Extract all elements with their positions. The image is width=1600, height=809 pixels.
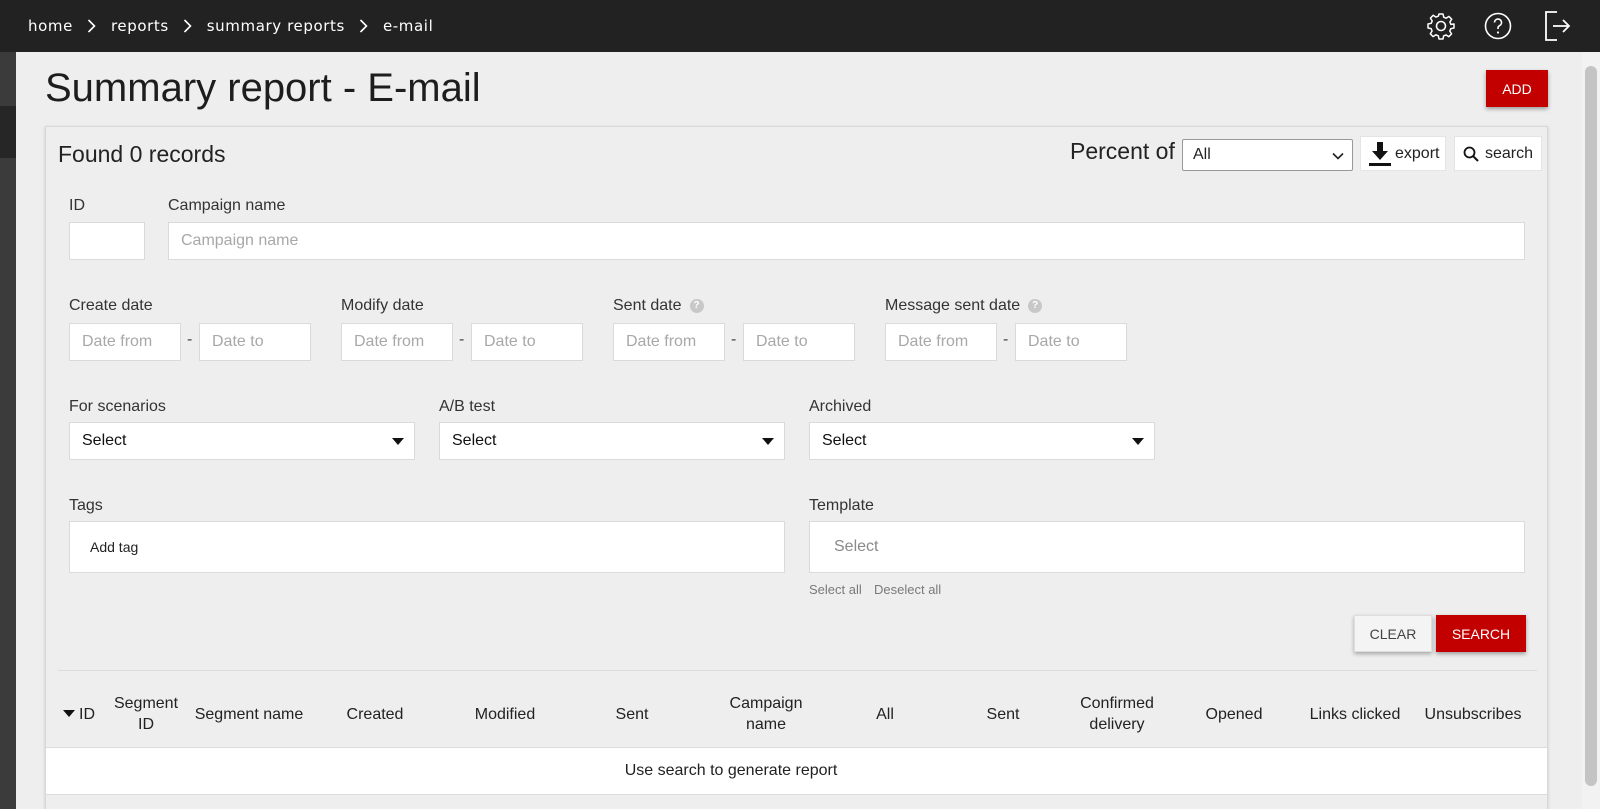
table-body: Use search to generate report bbox=[46, 747, 1547, 795]
archived-value: Select bbox=[822, 432, 867, 449]
caret-down-icon bbox=[392, 438, 404, 445]
id-input[interactable] bbox=[69, 222, 145, 260]
column-header-sent[interactable]: Sent bbox=[571, 681, 693, 747]
gear-icon[interactable] bbox=[1426, 11, 1456, 41]
date-separator: - bbox=[1003, 331, 1009, 348]
caret-down-icon bbox=[1132, 438, 1144, 445]
column-header-id[interactable]: ID bbox=[54, 681, 104, 747]
column-header-sent-count[interactable]: Sent bbox=[948, 681, 1058, 747]
percent-of-select[interactable]: All bbox=[1182, 139, 1353, 171]
report-panel: Found 0 records Percent of All export se… bbox=[45, 126, 1548, 809]
records-count: Found 0 records bbox=[58, 141, 226, 167]
modify-date-label: Modify date bbox=[341, 297, 424, 314]
search-icon bbox=[1463, 146, 1479, 162]
sent-date-to[interactable] bbox=[743, 323, 855, 361]
search-button[interactable]: SEARCH bbox=[1436, 615, 1526, 652]
breadcrumb-summary-reports[interactable]: summary reports bbox=[207, 17, 345, 35]
date-separator: - bbox=[731, 331, 737, 348]
ab-test-value: Select bbox=[452, 432, 497, 449]
create-date-label: Create date bbox=[69, 297, 153, 314]
scrollbar[interactable] bbox=[1582, 52, 1600, 809]
campaign-name-label: Campaign name bbox=[168, 197, 286, 214]
chevron-right-icon bbox=[169, 16, 207, 36]
column-header-segment-name[interactable]: Segment name bbox=[188, 681, 310, 747]
column-header-created[interactable]: Created bbox=[314, 681, 436, 747]
create-date-to[interactable] bbox=[199, 323, 311, 361]
archived-label: Archived bbox=[809, 398, 872, 415]
column-header-modified[interactable]: Modified bbox=[444, 681, 566, 747]
sort-desc-icon bbox=[63, 710, 75, 718]
breadcrumb-home[interactable]: home bbox=[28, 17, 73, 35]
breadcrumb-current: e-mail bbox=[382, 17, 434, 35]
table-header: ID Segment ID Segment name Created Modif… bbox=[46, 681, 1547, 747]
id-label: ID bbox=[69, 197, 85, 214]
column-header-links-clicked[interactable]: Links clicked bbox=[1296, 681, 1414, 747]
tags-input[interactable]: Add tag bbox=[69, 521, 785, 573]
archived-select[interactable]: Select bbox=[809, 422, 1155, 460]
campaign-name-input[interactable] bbox=[168, 222, 1525, 260]
main-content: Summary report - E-mail ADD Found 0 reco… bbox=[16, 52, 1582, 809]
column-header-confirmed-delivery[interactable]: Confirmed delivery bbox=[1066, 681, 1168, 747]
deselect-all-link[interactable]: Deselect all bbox=[874, 582, 941, 597]
tags-label: Tags bbox=[69, 497, 103, 514]
sidebar-active-marker bbox=[0, 106, 16, 158]
chevron-down-icon bbox=[1332, 149, 1344, 167]
caret-down-icon bbox=[762, 438, 774, 445]
divider bbox=[58, 670, 1537, 671]
chevron-right-icon bbox=[345, 16, 383, 36]
add-tag-text: Add tag bbox=[90, 539, 139, 555]
breadcrumb-reports[interactable]: reports bbox=[111, 17, 169, 35]
message-sent-date-label: Message sent date? bbox=[885, 297, 1043, 315]
select-all-link[interactable]: Select all bbox=[809, 582, 862, 597]
column-header-opened[interactable]: Opened bbox=[1179, 681, 1289, 747]
sidebar-strip bbox=[0, 52, 16, 809]
help-icon[interactable]: ? bbox=[1028, 299, 1043, 313]
create-date-from[interactable] bbox=[69, 323, 181, 361]
for-scenarios-value: Select bbox=[82, 432, 127, 449]
column-header-all[interactable]: All bbox=[830, 681, 940, 747]
add-button[interactable]: ADD bbox=[1486, 70, 1548, 107]
ab-test-label: A/B test bbox=[439, 398, 496, 415]
sent-date-label: Sent date? bbox=[613, 297, 704, 315]
breadcrumb: home reports summary reports e-mail bbox=[28, 16, 433, 36]
date-separator: - bbox=[187, 331, 193, 348]
modify-date-from[interactable] bbox=[341, 323, 453, 361]
template-label: Template bbox=[809, 497, 874, 514]
column-header-label: ID bbox=[79, 705, 95, 723]
column-header-unsubscribes[interactable]: Unsubscribes bbox=[1416, 681, 1530, 747]
message-sent-date-to[interactable] bbox=[1015, 323, 1127, 361]
export-label: export bbox=[1395, 144, 1440, 162]
export-button[interactable]: export bbox=[1360, 136, 1446, 171]
percent-of-value: All bbox=[1193, 146, 1211, 163]
search-label: search bbox=[1485, 144, 1534, 162]
template-select[interactable]: Select bbox=[809, 521, 1525, 573]
logout-icon[interactable] bbox=[1542, 11, 1572, 41]
template-placeholder: Select bbox=[834, 538, 879, 555]
column-header-campaign-name[interactable]: Campaign name bbox=[716, 681, 816, 747]
page-title: Summary report - E-mail bbox=[45, 66, 481, 110]
clear-button[interactable]: CLEAR bbox=[1354, 615, 1432, 652]
date-separator: - bbox=[459, 331, 465, 348]
chevron-right-icon bbox=[73, 16, 111, 36]
for-scenarios-select[interactable]: Select bbox=[69, 422, 415, 460]
top-bar: home reports summary reports e-mail bbox=[0, 0, 1600, 52]
message-sent-date-text: Message sent date bbox=[885, 297, 1021, 314]
sent-date-from[interactable] bbox=[613, 323, 725, 361]
column-header-segment-id[interactable]: Segment ID bbox=[104, 681, 188, 747]
for-scenarios-label: For scenarios bbox=[69, 398, 166, 415]
help-icon[interactable]: ? bbox=[689, 299, 704, 313]
percent-of-label: Percent of bbox=[1070, 138, 1175, 164]
download-icon bbox=[1369, 141, 1391, 167]
search-toggle-button[interactable]: search bbox=[1454, 136, 1542, 171]
ab-test-select[interactable]: Select bbox=[439, 422, 785, 460]
sent-date-text: Sent date bbox=[613, 297, 682, 314]
empty-table-message: Use search to generate report bbox=[624, 762, 838, 779]
modify-date-to[interactable] bbox=[471, 323, 583, 361]
scrollbar-thumb[interactable] bbox=[1585, 66, 1597, 786]
help-circle-icon[interactable] bbox=[1483, 11, 1513, 41]
message-sent-date-from[interactable] bbox=[885, 323, 997, 361]
